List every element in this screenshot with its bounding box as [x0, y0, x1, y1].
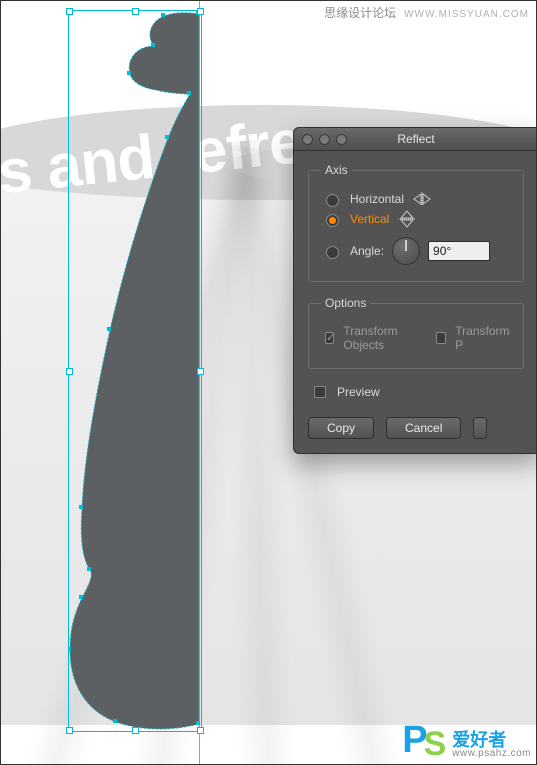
transform-patterns-row[interactable]: Transform P	[432, 324, 511, 352]
transform-objects-row[interactable]: Transform Objects	[321, 324, 416, 352]
dialog-title: Reflect	[294, 132, 537, 146]
selection-bounding-box[interactable]	[68, 10, 202, 732]
axis-horizontal-radio[interactable]	[326, 194, 339, 207]
axis-horizontal-row[interactable]: Horizontal	[321, 191, 511, 207]
axis-vertical-label: Vertical	[350, 212, 389, 226]
reflect-dialog: Reflect Axis Horizontal Vertical	[293, 127, 537, 454]
angle-dial[interactable]	[392, 237, 420, 265]
bbox-handle-br[interactable]	[197, 727, 204, 734]
axis-vertical-radio[interactable]	[326, 214, 339, 227]
bbox-handle-tr[interactable]	[197, 8, 204, 15]
watermark-top-url: WWW.MISSYUAN.COM	[404, 9, 529, 20]
bbox-handle-bl[interactable]	[66, 727, 73, 734]
preview-label: Preview	[337, 385, 380, 399]
axis-angle-label: Angle:	[350, 244, 384, 258]
options-legend: Options	[321, 296, 370, 310]
axis-angle-radio[interactable]	[326, 246, 339, 259]
bbox-handle-mr[interactable]	[197, 368, 204, 375]
ok-button[interactable]	[473, 417, 487, 439]
axis-group: Axis Horizontal Vertical	[308, 163, 524, 282]
options-group: Options Transform Objects Transform P	[308, 296, 524, 369]
ps-logo-icon: PS	[402, 721, 446, 759]
transform-patterns-checkbox[interactable]	[436, 332, 447, 344]
axis-vertical-row[interactable]: Vertical	[321, 211, 511, 227]
watermark-top-text: 思缘设计论坛	[324, 4, 396, 21]
bbox-handle-ml[interactable]	[66, 368, 73, 375]
transform-objects-checkbox[interactable]	[325, 332, 334, 344]
flip-horizontal-icon	[412, 191, 432, 207]
flip-vertical-icon	[397, 211, 417, 227]
watermark-bottom-url: www.psahz.com	[452, 749, 531, 759]
watermark-bottom: PS 爱好者 www.psahz.com	[402, 721, 531, 759]
watermark-top: 思缘设计论坛 WWW.MISSYUAN.COM	[324, 4, 529, 21]
transform-patterns-label: Transform P	[455, 324, 511, 352]
transform-objects-label: Transform Objects	[343, 324, 415, 352]
bbox-handle-bm[interactable]	[132, 727, 139, 734]
watermark-bottom-cn: 爱好者	[452, 731, 531, 749]
copy-button[interactable]: Copy	[308, 417, 374, 439]
angle-input[interactable]	[428, 241, 490, 261]
cancel-button[interactable]: Cancel	[386, 417, 461, 439]
axis-horizontal-label: Horizontal	[350, 192, 404, 206]
bbox-handle-tl[interactable]	[66, 8, 73, 15]
artboard-canvas: us and refres	[0, 0, 537, 765]
preview-checkbox[interactable]	[314, 386, 326, 398]
preview-row[interactable]: Preview	[310, 383, 524, 401]
dialog-titlebar[interactable]: Reflect	[294, 128, 537, 151]
axis-legend: Axis	[321, 163, 352, 177]
dialog-button-row: Copy Cancel	[308, 417, 524, 439]
bbox-handle-tm[interactable]	[132, 8, 139, 15]
axis-angle-row: Angle:	[321, 237, 511, 265]
